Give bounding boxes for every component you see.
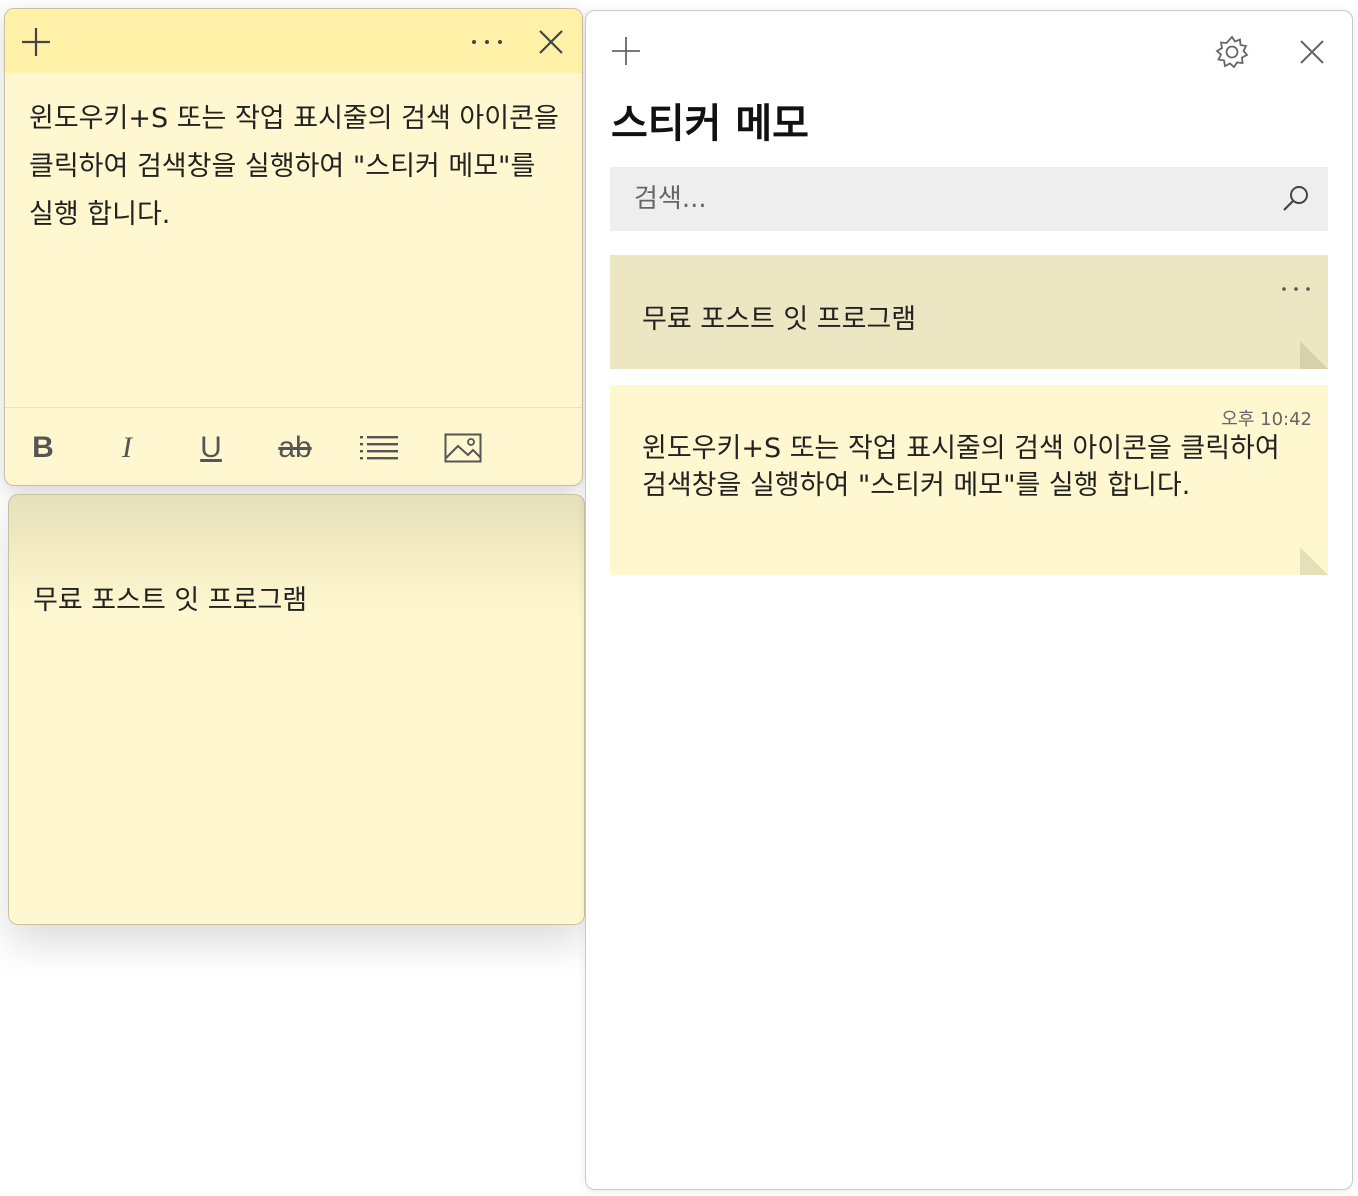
search-icon [1283, 186, 1308, 211]
search-button[interactable] [1272, 175, 1320, 223]
notes-list-window: 스티커 메모 무료 포스트 잇 프로그램 오후 10:42 윈도우키+S 또는 … [585, 10, 1353, 1190]
underline-button[interactable]: U [181, 428, 241, 468]
insert-image-button[interactable] [433, 428, 493, 468]
sticky-note-window: 윈도우키+S 또는 작업 표시줄의 검색 아이콘을 클릭하여 검색창을 실행하여… [4, 8, 583, 486]
search-input[interactable] [610, 167, 1250, 231]
image-icon [444, 433, 482, 463]
settings-button[interactable] [1208, 29, 1256, 75]
note-card-text: 무료 포스트 잇 프로그램 [642, 304, 917, 335]
add-note-button[interactable] [15, 21, 57, 63]
plus-icon [612, 37, 640, 65]
note-card[interactable]: 오후 10:42 윈도우키+S 또는 작업 표시줄의 검색 아이콘을 클릭하여 … [610, 385, 1328, 575]
close-icon [1300, 40, 1324, 64]
note-card-timestamp: 오후 10:42 [1221, 409, 1312, 430]
more-icon [472, 40, 502, 44]
bullet-list-button[interactable] [349, 428, 409, 468]
note-card-text: 윈도우키+S 또는 작업 표시줄의 검색 아이콘을 클릭하여 검색창을 실행하여… [642, 433, 1280, 501]
gear-icon [1215, 35, 1249, 69]
close-window-button[interactable] [1288, 29, 1336, 75]
note-card-menu-button[interactable] [1272, 275, 1320, 303]
sticky-note-window-2[interactable]: 무료 포스트 잇 프로그램 [8, 494, 585, 925]
close-icon [539, 30, 563, 54]
new-note-button[interactable] [604, 29, 648, 73]
bold-button[interactable]: B [13, 428, 73, 468]
plus-icon [22, 28, 50, 56]
note-title-bar[interactable] [5, 9, 582, 73]
more-icon [1282, 287, 1310, 291]
list-icon [360, 436, 398, 460]
strikethrough-button[interactable]: ab [265, 428, 325, 468]
folded-corner [1300, 341, 1328, 369]
folded-corner [1300, 547, 1328, 575]
note-card[interactable]: 무료 포스트 잇 프로그램 [610, 255, 1328, 369]
format-toolbar: B I U ab [5, 407, 582, 485]
close-note-button[interactable] [529, 21, 573, 63]
note-text-editor[interactable]: 윈도우키+S 또는 작업 표시줄의 검색 아이콘을 클릭하여 검색창을 실행하여… [29, 95, 559, 239]
note-text-editor-2[interactable]: 무료 포스트 잇 프로그램 [33, 577, 563, 625]
italic-button[interactable]: I [97, 428, 157, 468]
page-title: 스티커 메모 [611, 101, 809, 147]
menu-button[interactable] [463, 21, 511, 63]
search-box [610, 167, 1328, 231]
